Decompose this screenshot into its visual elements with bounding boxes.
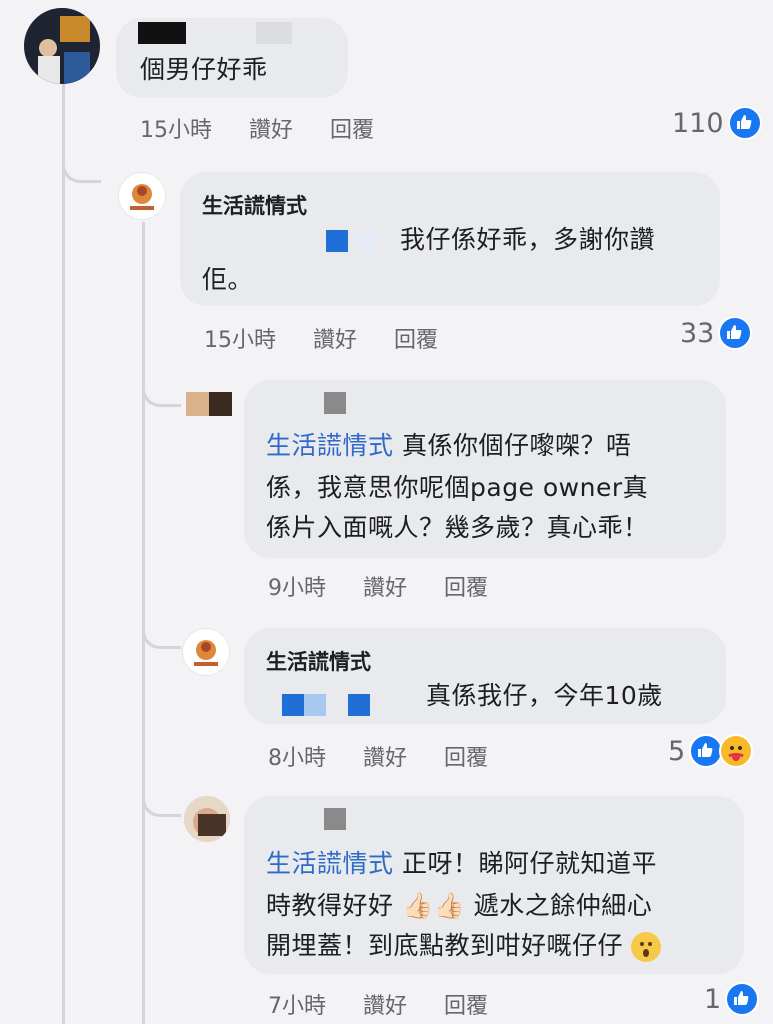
thread-line-nested (142, 222, 145, 1024)
thread-connector (142, 628, 181, 649)
comment-timestamp[interactable]: 15小時 (140, 118, 212, 143)
reaction-count[interactable]: 5 (668, 734, 754, 768)
reply-link[interactable]: 回覆 (394, 328, 438, 353)
comment-meta: 7小時 讚好 回覆 (268, 988, 518, 1020)
redacted-mention (282, 694, 304, 716)
comment-text-line: 我仔係好乖，多謝你讚 (400, 225, 656, 254)
avatar[interactable] (24, 8, 100, 84)
redacted-mention (326, 230, 348, 252)
like-link[interactable]: 讚好 (363, 576, 407, 601)
comment-author[interactable]: 生活謊情式 (266, 646, 371, 676)
comment-timestamp[interactable]: 9小時 (268, 576, 326, 601)
surprised-emoji (631, 932, 662, 962)
thumbs-up-emoji: 👍🏻 (433, 891, 466, 920)
reaction-count[interactable]: 1 (704, 982, 760, 1016)
comment-text-line: 係片入面嘅人？幾多歲？真心乖！ (266, 513, 649, 542)
page-avatar[interactable] (182, 628, 230, 676)
like-link[interactable]: 讚好 (363, 994, 407, 1019)
comment-author[interactable]: 生活謊情式 (202, 190, 307, 220)
comment-meta: 15小時 讚好 回覆 (204, 322, 468, 354)
avatar[interactable] (184, 796, 230, 842)
comment-bubble: 個男仔好乖 (116, 18, 348, 98)
reaction-count[interactable]: 110 (672, 106, 762, 140)
profile-photo (24, 8, 100, 84)
redacted-mention (304, 694, 326, 716)
reaction-count-value: 33 (680, 317, 715, 349)
like-link[interactable]: 讚好 (249, 118, 293, 143)
reply-link[interactable]: 回覆 (444, 576, 488, 601)
thumbs-up-emoji: 👍🏻 (401, 891, 434, 920)
mention-link[interactable]: 生活謊情式 (266, 431, 394, 460)
comment-bubble: 生活謊情式 我仔係好乖，多謝你讚 佢。 (180, 172, 720, 306)
reply-link[interactable]: 回覆 (444, 746, 488, 771)
page-avatar[interactable] (118, 172, 166, 220)
reply-link[interactable]: 回覆 (330, 118, 374, 143)
reaction-count[interactable]: 33 (680, 316, 753, 350)
comment-bubble: 生活謊情式 正呀！睇阿仔就知道平 時教得好好 👍🏻👍🏻 遞水之餘仲細心 開埋蓋！… (244, 796, 744, 974)
like-icon (689, 734, 724, 768)
like-icon (727, 106, 762, 140)
comment-text-line: 開埋蓋！到底點教到咁好嘅仔仔 (266, 926, 662, 966)
avatar-redacted[interactable] (186, 392, 232, 416)
comment-meta: 15小時 讚好 回覆 (140, 112, 404, 144)
redacted-name (324, 392, 346, 414)
profile-photo (184, 796, 230, 842)
thread-connector (142, 796, 181, 817)
redacted-mention (356, 230, 378, 252)
comment-bubble: 生活謊情式 真係我仔，今年10歲 (244, 628, 726, 724)
reaction-count-value: 1 (704, 983, 722, 1015)
reaction-count-value: 110 (672, 107, 724, 139)
comment-text: 遞水之餘仲細心 (473, 891, 653, 920)
like-link[interactable]: 讚好 (363, 746, 407, 771)
comment-text: 時教得好好 (266, 891, 394, 920)
comment-text: 個男仔好乖 (140, 55, 268, 84)
redacted-name (324, 808, 346, 830)
mention-link[interactable]: 生活謊情式 (266, 849, 394, 878)
comment-text-line: 係，我意思你呢個page owner真 (266, 473, 649, 502)
page-logo (130, 184, 154, 210)
comment-timestamp[interactable]: 7小時 (268, 994, 326, 1019)
comment-text: 真係你個仔嚟㗎？唔 (393, 431, 632, 460)
comment-text: 真係我仔，今年10歲 (426, 681, 663, 710)
thread-connector (62, 162, 101, 183)
like-icon (725, 982, 760, 1016)
comment-timestamp[interactable]: 8小時 (268, 746, 326, 771)
page-logo (194, 640, 218, 666)
comment-meta: 9小時 讚好 回覆 (268, 570, 518, 602)
comment-bubble: 生活謊情式 真係你個仔嚟㗎？唔 係，我意思你呢個page owner真 係片入面… (244, 380, 726, 558)
care-reaction-icon (719, 734, 754, 768)
comment-text: 開埋蓋！到底點教到咁好嘅仔仔 (266, 931, 624, 960)
comment-text: 正呀！睇阿仔就知道平 (393, 849, 657, 878)
comment-text-line: 佢。 (202, 265, 254, 294)
thread-line-main (62, 82, 65, 1024)
comment-timestamp[interactable]: 15小時 (204, 328, 276, 353)
like-link[interactable]: 讚好 (313, 328, 357, 353)
comment-text-line: 時教得好好 👍🏻👍🏻 遞水之餘仲細心 (266, 886, 652, 926)
comment-meta: 8小時 讚好 回覆 (268, 740, 518, 772)
reply-link[interactable]: 回覆 (444, 994, 488, 1019)
redacted-name (256, 22, 292, 44)
comment-text-line: 生活謊情式 真係你個仔嚟㗎？唔 (266, 426, 631, 466)
thread-connector (142, 386, 181, 407)
like-icon (718, 316, 753, 350)
reaction-count-value: 5 (668, 735, 686, 767)
redacted-mention (348, 694, 370, 716)
comment-text-line: 生活謊情式 正呀！睇阿仔就知道平 (266, 844, 657, 884)
redacted-name (138, 22, 186, 44)
